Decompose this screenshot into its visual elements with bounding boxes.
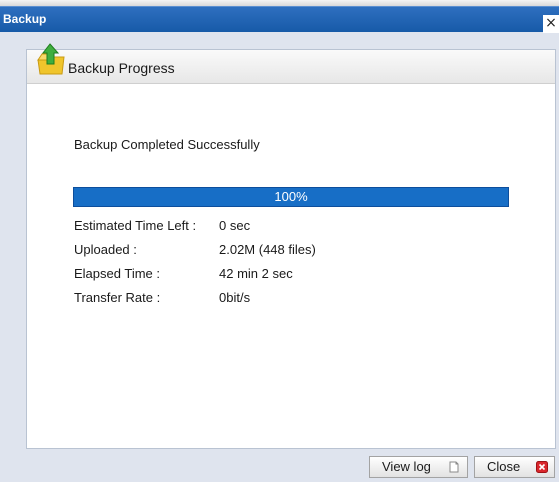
detail-row-elapsed: Elapsed Time : 42 min 2 sec [74, 266, 374, 284]
detail-row-transfer-rate: Transfer Rate : 0bit/s [74, 290, 374, 308]
folder-upload-icon [37, 43, 65, 75]
window-title: Backup [3, 12, 47, 26]
detail-label: Elapsed Time : [74, 266, 160, 281]
detail-row-uploaded: Uploaded : 2.02M (448 files) [74, 242, 374, 260]
detail-value: 0bit/s [219, 290, 251, 305]
document-icon [449, 461, 459, 473]
window-close-button[interactable]: × [543, 15, 559, 33]
progress-bar: 100% [73, 187, 509, 207]
detail-value: 42 min 2 sec [219, 266, 293, 281]
section-title: Backup Progress [68, 60, 175, 76]
detail-row-time-left: Estimated Time Left : 0 sec [74, 218, 374, 236]
detail-label: Estimated Time Left : [74, 218, 197, 233]
close-button[interactable]: Close [474, 456, 555, 478]
title-bar[interactable]: Backup [0, 6, 559, 32]
red-close-icon [536, 461, 548, 473]
detail-value: 0 sec [219, 218, 251, 233]
status-message: Backup Completed Successfully [74, 137, 260, 152]
view-log-button[interactable]: View log [369, 456, 468, 478]
detail-label: Transfer Rate : [74, 290, 161, 305]
progress-label: 100% [274, 189, 308, 204]
detail-value: 2.02M (448 files) [219, 242, 316, 257]
close-label: Close [487, 459, 521, 474]
backup-window: Backup × Backup Progress Backup Complete… [0, 0, 559, 482]
view-log-label: View log [382, 459, 431, 474]
detail-label: Uploaded : [74, 242, 137, 257]
